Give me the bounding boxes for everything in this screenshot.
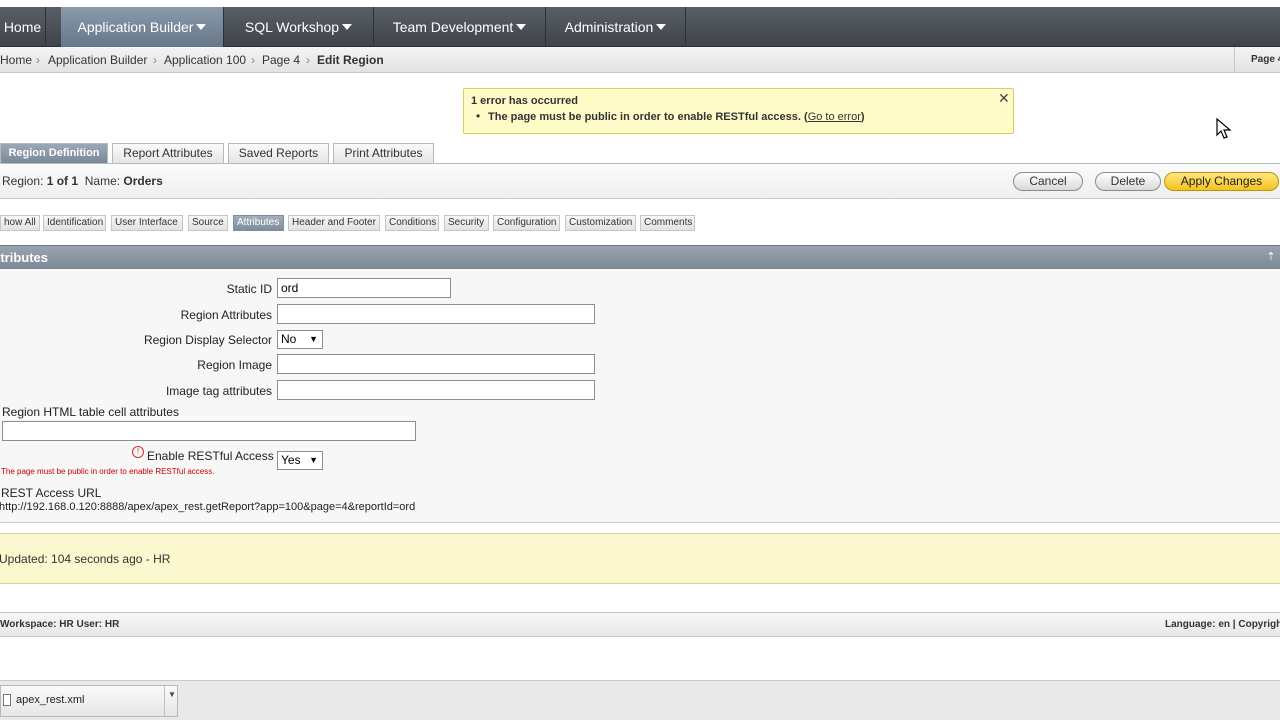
download-filename[interactable]: apex_rest.xml [16,694,84,706]
tab-region-definition[interactable]: Region Definition [0,143,108,164]
tab-print-attributes[interactable]: Print Attributes [333,143,434,164]
dropdown-arrow-icon: ▼ [309,334,318,344]
footer-workspace: Workspace: HR User: HR [0,619,120,630]
restful-label: Enable RESTful Access [147,449,274,463]
mouse-cursor-icon [1216,118,1232,139]
static-id-field[interactable]: ord [277,278,451,298]
collapse-icon[interactable]: ⇡ [1264,250,1278,264]
top-navigation: Home Application Builder SQL Workshop Te… [0,7,1280,47]
nav-administration-label: Administration [564,19,654,35]
chevron-down-icon [342,24,353,30]
image-tag-label: Image tag attributes [165,384,272,398]
download-divider [164,686,165,716]
breadcrumb-home[interactable]: Home [0,53,32,67]
error-message: The page must be public in order to enab… [488,111,865,123]
panel-title: ttributes [0,250,48,265]
nav-sql-workshop[interactable]: SQL Workshop [224,7,374,47]
rest-url-value: http://192.168.0.120:8888/apex/apex_rest… [0,501,416,513]
display-selector-label: Region Display Selector [143,333,272,347]
nav-administration[interactable]: Administration [546,7,686,47]
nav-home[interactable]: Home [0,7,46,47]
nav-team-development-label: Team Development [392,19,514,35]
chevron-down-icon [656,24,667,30]
nav-home-label: Home [3,19,42,35]
display-selector-select[interactable]: No ▼ [277,330,323,349]
section-header-footer[interactable]: Header and Footer [288,215,380,231]
nav-application-builder-label: Application Builder [77,19,194,35]
updated-bar: Updated: 104 seconds ago - HR [0,533,1280,584]
region-position: 1 of 1 [46,174,79,188]
section-security[interactable]: Security [444,215,489,231]
breadcrumb-application[interactable]: Application 100 [164,53,246,67]
static-id-label: Static ID [226,282,272,296]
breadcrumb-application-builder[interactable]: Application Builder [48,53,147,67]
error-notification: 1 error has occurred • The page must be … [463,88,1014,134]
restful-select[interactable]: Yes ▼ [277,451,323,470]
delete-button[interactable]: Delete [1095,172,1161,191]
footer: Workspace: HR User: HR Language: en | Co… [0,612,1280,637]
go-to-error-link[interactable]: Go to error [808,111,861,123]
error-title: 1 error has occurred [471,95,578,107]
region-name: Orders [123,174,163,188]
nav-sql-workshop-label: SQL Workshop [244,19,340,35]
region-label: Region: [2,174,44,188]
region-attributes-label: Region Attributes [180,308,272,322]
chevron-down-icon [516,24,527,30]
breadcrumb-separator-icon: › [36,53,40,67]
restful-value: Yes [281,453,301,467]
region-image-field[interactable] [277,354,595,374]
section-identification[interactable]: Identification [43,215,106,231]
footer-language[interactable]: Language: en | Copyright [1165,619,1280,630]
region-info: Region: 1 of 1 Name: Orders [2,174,163,188]
error-message-text: The page must be public in order to enab… [488,111,808,123]
error-message-end: ) [860,111,865,123]
tab-report-attributes[interactable]: Report Attributes [112,143,224,164]
section-conditions[interactable]: Conditions [385,215,439,231]
rest-url-label: REST Access URL [1,486,102,500]
html-cell-label: Region HTML table cell attributes [2,405,179,419]
image-tag-field[interactable] [277,380,595,400]
section-attributes[interactable]: Attributes [233,215,284,231]
dropdown-arrow-icon: ▼ [309,455,318,465]
page-number-box[interactable]: Page 4 [1234,47,1280,73]
apply-changes-button[interactable]: Apply Changes [1164,172,1279,191]
error-icon: ! [132,446,144,458]
attributes-panel-header: ttributes [0,245,1280,269]
tab-saved-reports[interactable]: Saved Reports [228,143,329,164]
section-customization[interactable]: Customization [565,215,636,231]
breadcrumb-current: Edit Region [317,53,384,67]
region-image-label: Region Image [197,358,272,372]
restful-inline-error: The page must be public in order to enab… [1,467,215,476]
display-selector-value: No [281,332,297,346]
section-user-interface[interactable]: User Interface [111,215,183,231]
cancel-button[interactable]: Cancel [1013,172,1083,191]
region-name-label: Name: [84,174,121,188]
breadcrumb-separator-icon: › [153,53,157,67]
breadcrumb-separator-icon: › [306,53,310,67]
section-configuration[interactable]: Configuration [493,215,560,231]
chevron-down-icon[interactable]: ▼ [168,690,176,699]
nav-application-builder[interactable]: Application Builder [61,7,224,47]
section-source[interactable]: Source [188,215,228,231]
region-bar: Region: 1 of 1 Name: Orders [0,164,1280,199]
file-icon [3,694,11,706]
chevron-down-icon [196,24,207,30]
breadcrumb-page[interactable]: Page 4 [262,53,300,67]
region-attributes-field[interactable] [277,304,595,324]
breadcrumb: Home › Application Builder › Application… [0,47,1280,73]
nav-team-development[interactable]: Team Development [374,7,546,47]
section-show-all[interactable]: how All [0,215,40,231]
html-cell-field[interactable] [2,421,416,441]
updated-text: Updated: 104 seconds ago - HR [0,552,171,566]
breadcrumb-separator-icon: › [251,53,255,67]
close-icon[interactable]: ✕ [998,90,1010,107]
downloads-bar [0,680,1280,720]
section-comments[interactable]: Comments [640,215,695,231]
error-bullet: • [476,109,481,123]
